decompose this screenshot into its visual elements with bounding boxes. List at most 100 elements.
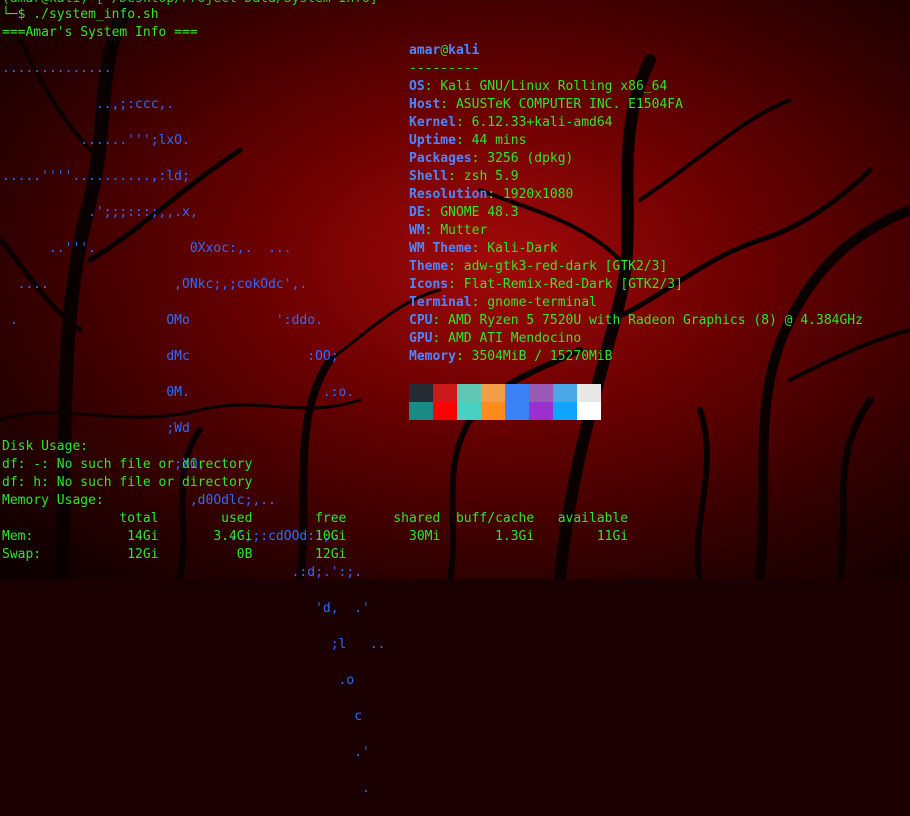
ascii-line: .... ,ONkc;,;cokOdc',. [2,277,308,292]
info-value: 1920x1080 [502,187,574,202]
info-row: Theme: adw-gtk3-red-dark [GTK2/3] [409,258,863,276]
memory-usage-title: Memory Usage: [2,493,104,508]
info-value: adw-gtk3-red-dark [GTK2/3] [463,259,668,274]
color-swatch [505,402,529,420]
info-value: AMD Ryzen 5 7520U with Radeon Graphics (… [448,313,863,328]
color-swatch [481,384,505,402]
info-row: Host: ASUSTeK COMPUTER INC. E1504FA [409,96,863,114]
ascii-line: ;l .. [2,637,386,652]
info-key: Resolution [409,187,488,202]
info-key: DE [409,205,425,220]
info-row: Uptime: 44 mins [409,132,863,150]
info-colon: : [448,277,464,292]
info-row: CPU: AMD Ryzen 5 7520U with Radeon Graph… [409,312,863,330]
separator-line: --------- [409,61,480,76]
info-key: Icons [409,277,449,292]
memory-table-header: total used free shared buff/cache availa… [2,511,629,526]
username: amar [409,43,441,58]
info-key: Theme [409,259,449,274]
color-swatch [553,402,577,420]
info-colon: : [455,115,472,130]
ascii-line: .';;;:::;,,.x, [2,205,198,220]
ascii-line: 'd, .' [2,601,370,616]
ascii-line: ;Wd [2,421,190,436]
command-prompt: └─$ ./system_info.sh [2,7,159,22]
ascii-line: 0M. .:o. [2,385,355,400]
ascii-line: ..'''. 0Xxoc:,. ... [2,241,292,256]
info-colon: : [455,133,472,148]
info-value: gnome-terminal [487,295,597,310]
info-colon: : [471,241,488,256]
info-key: WM [409,223,425,238]
color-swatch [577,402,601,420]
info-value: Kali GNU/Linux Rolling x86_64 [440,79,668,94]
color-swatch [529,384,553,402]
disk-error-line: df: h: No such file or directory [2,475,253,490]
info-value: Flat-Remix-Red-Dark [GTK2/3] [463,277,683,292]
info-value: 44 mins [471,133,527,148]
info-key: Host [409,97,441,112]
info-row: WM: Mutter [409,222,863,240]
info-key: Kernel [409,115,456,130]
memory-table-row: Mem: 14Gi 3.4Gi 10Gi 30Mi 1.3Gi 11Gi [2,529,629,544]
info-row: WM Theme: Kali-Dark [409,240,863,258]
ascii-line: . OMo ':ddo. [2,313,323,328]
info-colon: : [487,187,503,202]
info-value: Mutter [440,223,488,238]
info-key: Packages [409,151,472,166]
ascii-line: c [2,709,363,724]
ascii-line: ......''';lxO. [2,133,190,148]
info-row: DE: GNOME 48.3 [409,204,863,222]
color-swatch [433,402,457,420]
color-swatch [553,384,577,402]
info-key: Shell [409,169,449,184]
disk-usage-title: Disk Usage: [2,439,89,454]
system-info-list: OS: Kali GNU/Linux Rolling x86_64 Host: A… [409,78,863,366]
color-swatch [409,384,433,402]
info-value: ASUSTeK COMPUTER INC. E1504FA [455,97,683,112]
info-key: Uptime [409,133,456,148]
info-row: OS: Kali GNU/Linux Rolling x86_64 [409,78,863,96]
info-value: Kali-Dark [487,241,558,256]
info-colon: : [432,313,449,328]
ascii-line: .............. [2,61,112,76]
info-row: GPU: AMD ATI Mendocino [409,330,863,348]
color-swatch [481,402,505,420]
ascii-line: ..,;:ccc,. [2,97,175,112]
info-colon: : [424,223,441,238]
info-key: GPU [409,331,433,346]
hostname: kali [448,43,480,58]
info-colon: : [424,205,441,220]
info-value: GNOME 48.3 [440,205,519,220]
info-key: Memory [409,349,456,364]
ascii-line: dMc :OO; [2,349,339,364]
color-swatch [409,402,433,420]
info-row: Shell: zsh 5.9 [409,168,863,186]
disk-error-line: df: -: No such file or directory [2,457,253,472]
info-key: WM Theme [409,241,472,256]
info-key: OS [409,79,425,94]
ascii-line: . [2,781,370,796]
memory-table-row: Swap: 12Gi 0B 12Gi [2,547,347,562]
ascii-logo: .............. ..,;:ccc,. ......''';lxO.… [2,42,386,816]
info-colon: : [471,151,488,166]
info-colon: : [432,331,449,346]
color-swatch [505,384,529,402]
ascii-line: .....''''..........,:ld; [2,169,190,184]
info-row: Kernel: 6.12.33+kali-amd64 [409,114,863,132]
color-swatch [529,402,553,420]
color-swatch [577,384,601,402]
info-key: Terminal [409,295,472,310]
ascii-line: .' [2,745,370,760]
script-header: ===Amar's System Info === [2,25,198,40]
color-swatch [457,384,481,402]
info-row: Resolution: 1920x1080 [409,186,863,204]
info-row: Icons: Flat-Remix-Red-Dark [GTK2/3] [409,276,863,294]
info-value: 3256 (dpkg) [487,151,574,166]
info-value: 6.12.33+kali-amd64 [471,115,613,130]
color-swatch [457,402,481,420]
color-swatch [433,384,457,402]
info-colon: : [440,97,456,112]
info-value: 3504MiB / 15270MiB [471,349,613,364]
info-colon: : [448,169,464,184]
